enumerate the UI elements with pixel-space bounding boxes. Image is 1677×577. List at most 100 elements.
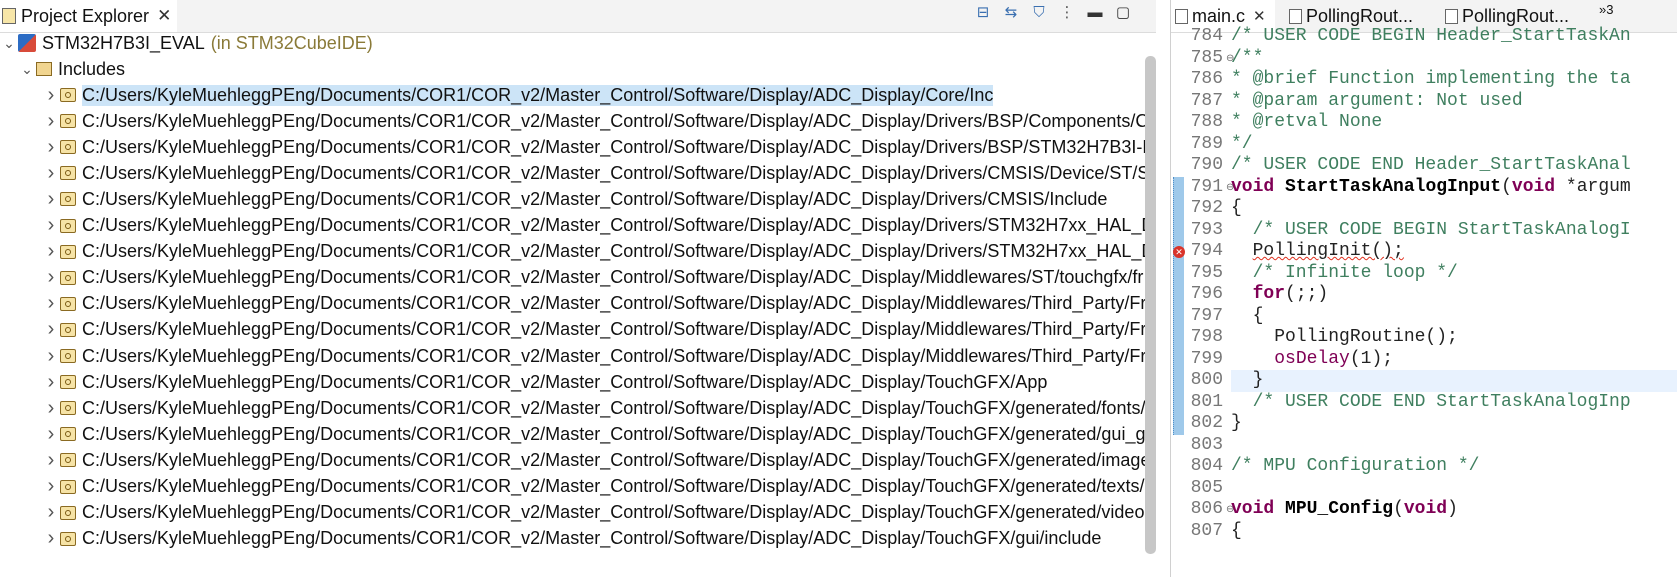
line-number: 797 xyxy=(1190,305,1223,326)
chevron-right-icon[interactable]: › xyxy=(42,110,60,133)
chevron-right-icon[interactable]: › xyxy=(42,345,60,368)
include-path-label: C:/Users/KyleMuehleggPEng/Documents/COR1… xyxy=(82,293,1145,314)
include-path-item[interactable]: › C:/Users/KyleMuehleggPEng/Documents/COR… xyxy=(42,238,1145,266)
collapse-all-icon[interactable]: ⊟ xyxy=(974,3,992,21)
code-line: } xyxy=(1231,370,1264,390)
include-path-label: C:/Users/KyleMuehleggPEng/Documents/COR1… xyxy=(82,215,1145,235)
chevron-down-icon[interactable]: ⌄ xyxy=(0,35,18,52)
line-number: 791 xyxy=(1190,176,1223,197)
view-toolbar: ⊟ ⇆ ⛉ ⋮ ▬ ▢ xyxy=(974,0,1132,24)
include-path-item[interactable]: › C:/Users/KyleMuehleggPEng/Documents/COR… xyxy=(42,394,1145,422)
chevron-right-icon[interactable]: › xyxy=(42,397,60,420)
tab-label: Project Explorer xyxy=(21,5,150,26)
include-path-item[interactable]: › C:/Users/KyleMuehleggPEng/Documents/COR… xyxy=(42,316,1145,344)
chevron-right-icon[interactable]: › xyxy=(42,318,60,341)
code-line: PollingRoutine(); xyxy=(1231,327,1458,347)
close-icon[interactable]: ✕ xyxy=(157,6,171,26)
chevron-down-icon[interactable]: ⌄ xyxy=(18,61,36,78)
code-line: { xyxy=(1231,520,1242,541)
close-icon[interactable]: ✕ xyxy=(1253,7,1266,25)
include-path-item[interactable]: › C:/Users/KyleMuehleggPEng/Documents/COR… xyxy=(42,420,1145,448)
tab-project-explorer[interactable]: Project Explorer ✕ xyxy=(0,0,178,32)
chevron-right-icon[interactable]: › xyxy=(42,501,60,524)
code-line: { xyxy=(1231,305,1264,326)
code-line: */ xyxy=(1231,133,1253,154)
include-folder-icon xyxy=(60,401,76,416)
chevron-right-icon[interactable]: › xyxy=(42,214,60,237)
line-number: 807 xyxy=(1190,520,1223,541)
project-name: STM32H7B3I_EVAL xyxy=(42,32,205,53)
line-number: 788 xyxy=(1190,112,1223,132)
include-path-label: C:/Users/KyleMuehleggPEng/Documents/COR1… xyxy=(82,397,1145,418)
line-number: 800 xyxy=(1190,370,1223,390)
include-path-item[interactable]: › C:/Users/KyleMuehleggPEng/Documents/COR… xyxy=(42,473,1145,501)
include-path-item[interactable]: › C:/Users/KyleMuehleggPEng/Documents/COR… xyxy=(42,133,1145,161)
project-icon xyxy=(18,34,36,52)
include-path-item[interactable]: › C:/Users/KyleMuehleggPEng/Documents/COR… xyxy=(42,185,1108,213)
chevron-right-icon[interactable]: › xyxy=(42,266,60,289)
include-path-item[interactable]: › C:/Users/KyleMuehleggPEng/Documents/COR… xyxy=(42,212,1145,240)
include-path-item[interactable]: › C:/Users/KyleMuehleggPEng/Documents/COR… xyxy=(42,264,1144,292)
include-path-label: C:/Users/KyleMuehleggPEng/Documents/COR1… xyxy=(82,188,1108,209)
line-number: 784 xyxy=(1190,26,1223,46)
include-path-item[interactable]: › C:/Users/KyleMuehleggPEng/Documents/COR… xyxy=(42,446,1145,474)
error-marker-icon[interactable]: ✕ xyxy=(1173,246,1185,258)
include-path-label: C:/Users/KyleMuehleggPEng/Documents/COR1… xyxy=(82,345,1145,366)
include-path-item[interactable]: › C:/Users/KyleMuehleggPEng/Documents/COR… xyxy=(42,368,1048,396)
line-number: 796 xyxy=(1190,284,1223,304)
code-line: PollingInit(); xyxy=(1252,241,1404,261)
include-folder-icon xyxy=(60,505,76,520)
chevron-right-icon[interactable]: › xyxy=(42,240,60,263)
link-with-editor-icon[interactable]: ⇆ xyxy=(1002,3,1020,21)
code-line: /** xyxy=(1231,47,1264,68)
code-editor[interactable]: 784 /* USER CODE BEGIN Header_StartTaskAn… xyxy=(1171,26,1677,577)
vertical-scrollbar[interactable] xyxy=(1145,56,1156,554)
chevron-right-icon[interactable]: › xyxy=(42,423,60,446)
project-suffix: (in STM32CubeIDE) xyxy=(210,32,373,53)
view-menu-icon[interactable]: ⋮ xyxy=(1058,3,1076,21)
chevron-right-icon[interactable]: › xyxy=(42,292,60,315)
include-path-item[interactable]: › C:/Users/KyleMuehleggPEng/Documents/COR… xyxy=(42,499,1145,527)
includes-row[interactable]: ⌄ Includes xyxy=(18,55,125,83)
current-line-highlight xyxy=(1231,370,1677,392)
chevron-right-icon[interactable]: › xyxy=(42,371,60,394)
editor-pane: main.c ✕ PollingRout... PollingRout... »… xyxy=(1170,0,1677,577)
include-path-item[interactable]: › C:/Users/KyleMuehleggPEng/Documents/COR… xyxy=(42,342,1145,370)
include-path-label: C:/Users/KyleMuehleggPEng/Documents/COR1… xyxy=(82,476,1145,496)
line-number: 795 xyxy=(1190,262,1223,283)
include-path-item[interactable]: › C:/Users/KyleMuehleggPEng/Documents/COR… xyxy=(42,81,994,109)
include-folder-icon xyxy=(60,140,76,155)
include-path-label: C:/Users/KyleMuehleggPEng/Documents/COR1… xyxy=(82,241,1145,262)
line-number: 799 xyxy=(1190,348,1223,369)
project-row[interactable]: ⌄ STM32H7B3I_EVAL (in STM32CubeIDE) xyxy=(0,32,373,57)
include-path-label: C:/Users/KyleMuehleggPEng/Documents/COR1… xyxy=(82,84,994,106)
line-number: 793 xyxy=(1190,219,1223,240)
include-path-label: C:/Users/KyleMuehleggPEng/Documents/COR1… xyxy=(82,267,1144,288)
include-path-item[interactable]: › C:/Users/KyleMuehleggPEng/Documents/COR… xyxy=(42,290,1145,318)
chevron-right-icon[interactable]: › xyxy=(42,136,60,159)
maximize-icon[interactable]: ▢ xyxy=(1114,3,1132,21)
minimize-icon[interactable]: ▬ xyxy=(1086,4,1104,21)
chevron-right-icon[interactable]: › xyxy=(42,527,60,550)
line-number: 789 xyxy=(1190,133,1223,154)
chevron-right-icon[interactable]: › xyxy=(42,475,60,498)
line-number: 790 xyxy=(1190,155,1223,175)
include-path-item[interactable]: › C:/Users/KyleMuehleggPEng/Documents/COR… xyxy=(42,159,1145,187)
chevron-right-icon[interactable]: › xyxy=(42,84,60,107)
chevron-right-icon[interactable]: › xyxy=(42,188,60,211)
chevron-right-icon[interactable]: › xyxy=(42,449,60,472)
tab-label: PollingRout... xyxy=(1462,5,1570,26)
include-path-label: C:/Users/KyleMuehleggPEng/Documents/COR1… xyxy=(82,319,1145,340)
include-folder-icon xyxy=(60,88,76,102)
code-line: { xyxy=(1231,198,1242,218)
include-path-label: C:/Users/KyleMuehleggPEng/Documents/COR1… xyxy=(82,423,1145,444)
include-path-item[interactable]: › C:/Users/KyleMuehleggPEng/Documents/COR… xyxy=(42,107,1145,135)
chevron-right-icon[interactable]: › xyxy=(42,162,60,185)
include-path-item[interactable]: › C:/Users/KyleMuehleggPEng/Documents/COR… xyxy=(42,525,1102,553)
include-folder-icon xyxy=(60,192,76,207)
include-folder-icon xyxy=(60,218,76,233)
includes-label: Includes xyxy=(58,58,126,79)
code-line: for(;;) xyxy=(1252,284,1329,304)
filter-icon[interactable]: ⛉ xyxy=(1030,4,1048,21)
tab-label: main.c xyxy=(1192,5,1246,26)
